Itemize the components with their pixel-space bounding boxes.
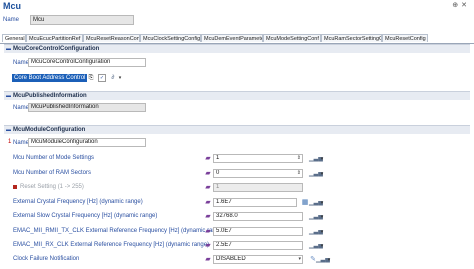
bars-icon[interactable]: ▁▃▅ (316, 256, 330, 264)
calculator-icon[interactable]: ▦ (301, 199, 309, 207)
collapse-icon[interactable]: ▬ (6, 93, 11, 99)
core-name-label: Name (13, 60, 30, 66)
tab-ecuc-partition-ref[interactable]: McuEcucPartitionRef (26, 34, 83, 42)
bars-icon[interactable]: ▁▃▅ (309, 170, 323, 178)
section-title: McuCoreControlConfiguration (13, 46, 100, 52)
pin-icon[interactable]: ⊕ (452, 2, 461, 9)
bars-icon[interactable]: ▁▃▅ (309, 228, 323, 236)
bars-icon[interactable]: ▁▃▅ (309, 213, 323, 221)
lock-icon: ▰ (205, 155, 211, 162)
clock-failure-select[interactable]: DISABLED ▾ (213, 255, 303, 264)
bars-icon[interactable]: ▁▃▅ (309, 155, 323, 163)
chevron-down-icon[interactable]: ▾ (318, 170, 326, 178)
bars-icon[interactable]: ▁▃▅ (309, 199, 323, 207)
lock-icon: ▰ (205, 184, 211, 191)
lock-icon: ▰ (205, 170, 211, 177)
editor-title-bar: Mcu ⊕✕ (0, 0, 474, 12)
error-marker-icon (13, 185, 17, 189)
module-name-input[interactable]: McuModuleConfiguration (28, 138, 146, 147)
chevron-down-icon[interactable]: ▾ (318, 228, 326, 236)
field-value: 1 (216, 155, 220, 161)
lock-icon: ▰ (205, 256, 211, 263)
lock-icon: ▰ (205, 242, 211, 249)
spinner-icon[interactable]: ⇕ (297, 170, 301, 177)
published-name-input[interactable]: McuPublishedInformation (28, 103, 146, 112)
core-name-input[interactable]: McuCoreControlConfiguration (28, 58, 146, 67)
reset-setting-input: 1 (213, 183, 303, 192)
tab-bar: General McuEcucPartitionRef McuResetReas… (0, 34, 474, 44)
published-name-label: Name (13, 105, 30, 111)
chevron-down-icon[interactable]: ▾ (318, 199, 326, 207)
checkbox-checked-icon[interactable]: ✓ (98, 74, 106, 82)
mcu-name-input[interactable]: Mcu (30, 15, 134, 25)
emac-rx-clk-label: EMAC_MII_RX_CLK External Reference Frequ… (13, 242, 210, 248)
copy-icon[interactable]: ⎘ (87, 74, 95, 82)
tab-reset-reason-conf[interactable]: McuResetReasonConf (83, 34, 140, 42)
required-marker: 1 (8, 139, 12, 145)
mode-settings-label: Mcu Number of Mode Settings (13, 155, 95, 161)
reset-setting-label: Reset Setting (1 -> 255) (20, 184, 84, 190)
emac-tx-clk-label: EMAC_MII_RMII_TX_CLK External Reference … (13, 228, 225, 234)
tab-dem-event-parameter[interactable]: McuDemEventParameter (201, 34, 263, 42)
chevron-down-icon[interactable]: ▾ (318, 242, 326, 250)
ext-crystal-freq-input[interactable]: 1.6E7 (213, 198, 297, 207)
lock-icon: ▰ (205, 199, 211, 206)
field-value: DISABLED (216, 256, 246, 262)
mode-settings-input[interactable]: 1 ⇕ (213, 154, 303, 163)
lock-icon: ▰ (205, 213, 211, 220)
editor-title: Mcu (3, 1, 21, 11)
tab-clock-setting-config[interactable]: McuClockSettingConfig (140, 34, 201, 42)
chevron-down-icon[interactable]: ▾ (298, 256, 301, 263)
field-value: 0 (216, 170, 220, 176)
tab-ram-sector-setting[interactable]: McuRamSectorSettingC (321, 34, 382, 42)
spinner-icon[interactable]: ⇕ (297, 155, 301, 162)
chevron-down-icon[interactable]: ▾ (325, 256, 333, 264)
tab-reset-config[interactable]: McuResetConfig (382, 34, 428, 42)
title-actions: ⊕✕ (452, 1, 470, 9)
emac-rx-clk-input[interactable]: 2.5E7 (213, 241, 303, 250)
close-icon[interactable]: ✕ (461, 2, 470, 9)
section-published-info[interactable]: ▬ McuPublishedInformation (4, 91, 470, 100)
clock-failure-label: Clock Failure Notification (13, 256, 80, 262)
chevron-down-icon[interactable]: ▾ (318, 213, 326, 221)
bars-icon[interactable]: ▁▃▅ (309, 242, 323, 250)
ext-crystal-freq-label: External Crystal Frequency [Hz] (dynamic… (13, 199, 143, 205)
chevron-down-icon[interactable]: ▾ (318, 155, 326, 163)
ext-slow-crystal-input[interactable]: 32768.0 (213, 212, 303, 221)
collapse-icon[interactable]: ▬ (6, 46, 11, 52)
tab-mode-setting-conf[interactable]: McuModeSettingConf (263, 34, 321, 42)
name-label: Name (3, 17, 20, 23)
ram-sectors-label: Mcu Number of RAM Sectors (13, 170, 92, 176)
ext-slow-crystal-label: External Slow Crystal Frequency [Hz] (dy… (13, 213, 158, 219)
tab-general[interactable]: General (2, 34, 26, 42)
section-module-config[interactable]: ▬ McuModuleConfiguration (4, 125, 470, 134)
section-title: McuPublishedInformation (13, 93, 87, 99)
section-title: McuModuleConfiguration (13, 127, 86, 133)
emac-tx-clk-input[interactable]: 5.0E7 (213, 227, 303, 236)
section-core-control[interactable]: ▬ McuCoreControlConfiguration (4, 44, 470, 53)
chevron-down-icon[interactable]: ▾ (116, 74, 124, 82)
lock-icon: ▰ (205, 228, 211, 235)
module-name-label: Name (13, 140, 30, 146)
ram-sectors-input[interactable]: 0 ⇕ (213, 169, 303, 178)
collapse-icon[interactable]: ▬ (6, 127, 11, 133)
core-boot-address-control-label[interactable]: Core Boot Address Control (12, 74, 88, 82)
